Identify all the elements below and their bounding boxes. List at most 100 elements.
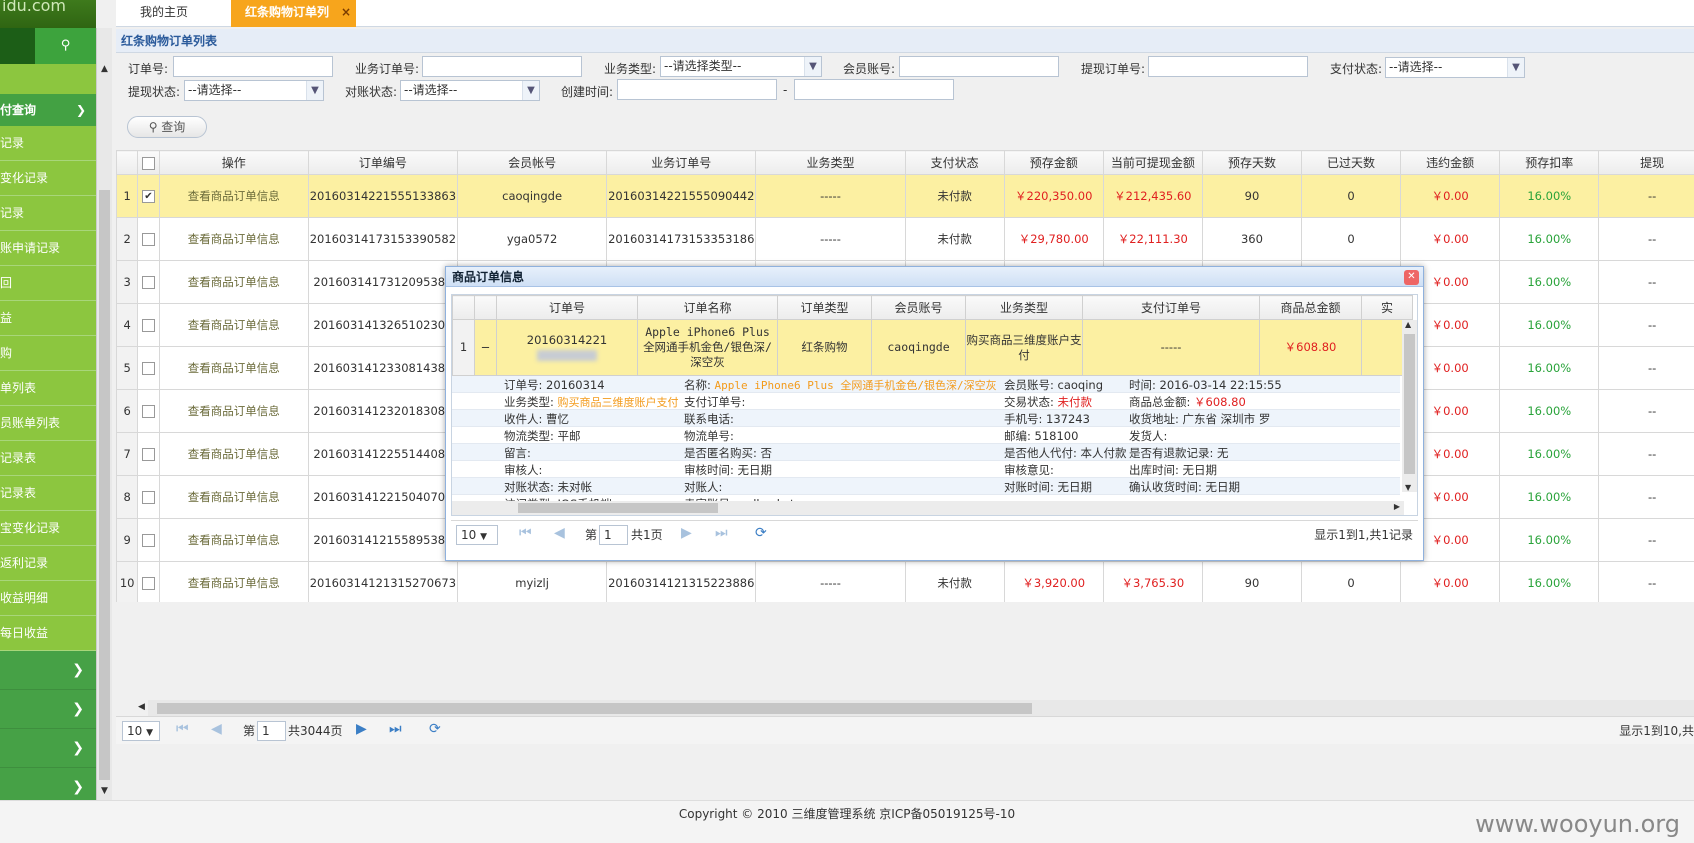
prev-page-icon[interactable]: ◀: [211, 721, 222, 737]
view-order-link[interactable]: 查看商品订单信息: [158, 518, 309, 562]
query-button[interactable]: ⚲ 查询: [127, 116, 207, 138]
refresh-icon[interactable]: ⟳: [429, 721, 441, 737]
row-checkbox[interactable]: ✔: [137, 174, 160, 218]
header-action[interactable]: 操作: [158, 150, 309, 175]
header-pay-status[interactable]: 支付状态: [904, 150, 1005, 175]
view-order-link[interactable]: 查看商品订单信息: [158, 475, 309, 519]
header-biz-type[interactable]: 业务类型: [965, 295, 1083, 320]
scrollbar-thumb[interactable]: [99, 190, 110, 780]
row-checkbox[interactable]: [137, 561, 160, 602]
sidebar-item[interactable]: 账申请记录: [0, 231, 96, 266]
checkbox[interactable]: [141, 405, 155, 418]
row-checkbox[interactable]: [137, 217, 160, 261]
scroll-down-icon[interactable]: ▼: [1405, 483, 1411, 492]
tab-order-list[interactable]: 红条购物订单列 ×: [231, 0, 356, 27]
sidebar-group[interactable]: ❯: [0, 690, 96, 729]
sidebar-group[interactable]: ❯: [0, 651, 96, 690]
scrollbar-thumb[interactable]: [518, 503, 718, 513]
row-checkbox[interactable]: [137, 475, 160, 519]
checkbox[interactable]: [141, 319, 155, 332]
next-page-icon[interactable]: ▶: [681, 525, 692, 541]
sidebar-item[interactable]: 单列表: [0, 371, 96, 406]
checkbox[interactable]: [141, 276, 155, 289]
table-row[interactable]: 10 查看商品订单信息 20160314121315270673 myizlj 2016…: [116, 561, 1694, 602]
sidebar-item[interactable]: 记录: [0, 196, 96, 231]
biz-type-select[interactable]: --请选择类型-- ▼: [660, 56, 822, 77]
table-row[interactable]: 2 查看商品订单信息 20160314173153390582 yga0572 2016…: [116, 217, 1694, 261]
header-withdraw[interactable]: 提现: [1598, 150, 1694, 175]
sidebar-item[interactable]: 记录表: [0, 476, 96, 511]
search-button[interactable]: ⚲: [35, 28, 96, 64]
sidebar-item[interactable]: 回: [0, 266, 96, 301]
header-member[interactable]: 会员账号: [871, 295, 966, 320]
view-order-link[interactable]: 查看商品订单信息: [158, 561, 309, 602]
header-penalty[interactable]: 违约金额: [1400, 150, 1501, 175]
sidebar-item[interactable]: 员账单列表: [0, 406, 96, 441]
sidebar-item[interactable]: 每日收益: [0, 616, 96, 651]
row-checkbox[interactable]: [137, 303, 160, 347]
created-end-input[interactable]: [794, 79, 954, 100]
view-order-link[interactable]: 查看商品订单信息: [158, 389, 309, 433]
header-pay-order[interactable]: 支付订单号: [1082, 295, 1260, 320]
reconcile-status-select[interactable]: --请选择-- ▼: [400, 80, 540, 101]
created-start-input[interactable]: [617, 79, 777, 100]
page-input[interactable]: 1: [599, 525, 628, 545]
header-order-type[interactable]: 订单类型: [777, 295, 872, 320]
close-icon[interactable]: ×: [341, 0, 351, 25]
sidebar-item[interactable]: 返利记录: [0, 546, 96, 581]
dialog-horizontal-scrollbar[interactable]: ▶: [452, 501, 1404, 515]
header-withdrawable[interactable]: 当前可提现金额: [1102, 150, 1203, 175]
refresh-icon[interactable]: ⟳: [755, 525, 767, 541]
header-order-no[interactable]: 订单编号: [307, 150, 459, 175]
table-row[interactable]: 1 ✔ 查看商品订单信息 20160314221555133863 caoqingde 2…: [116, 174, 1694, 218]
dialog-header[interactable]: 商品订单信息: [446, 267, 1423, 287]
scrollbar-thumb[interactable]: [1404, 334, 1415, 474]
scroll-right-icon[interactable]: ▶: [1394, 502, 1400, 511]
checkbox[interactable]: [141, 362, 155, 375]
scroll-up-icon[interactable]: ▲: [101, 64, 108, 74]
view-order-link[interactable]: 查看商品订单信息: [158, 174, 309, 218]
member-input[interactable]: [899, 56, 1059, 77]
view-order-link[interactable]: 查看商品订单信息: [158, 432, 309, 476]
sidebar-group[interactable]: ❯: [0, 729, 96, 768]
sidebar-item[interactable]: 记录表: [0, 441, 96, 476]
sidebar-item[interactable]: 益: [0, 301, 96, 336]
header-total[interactable]: 商品总金额: [1259, 295, 1362, 320]
sidebar-item[interactable]: 变化记录: [0, 161, 96, 196]
view-order-link[interactable]: 查看商品订单信息: [158, 303, 309, 347]
header-checkbox[interactable]: [137, 150, 160, 175]
scrollbar-thumb[interactable]: [157, 703, 1032, 714]
select-all-checkbox[interactable]: [141, 156, 155, 170]
checkbox[interactable]: [141, 577, 155, 590]
checkbox[interactable]: [141, 233, 155, 246]
first-page-icon[interactable]: ⏮: [519, 525, 532, 541]
checkbox[interactable]: [141, 491, 155, 504]
row-checkbox[interactable]: [137, 260, 160, 304]
expand-toggle[interactable]: −: [474, 319, 497, 376]
sidebar-item[interactable]: 记录: [0, 126, 96, 161]
withdraw-order-input[interactable]: [1148, 56, 1308, 77]
header-biz-order[interactable]: 业务订单号: [606, 150, 757, 175]
scroll-down-icon[interactable]: ▼: [101, 786, 108, 796]
row-checkbox[interactable]: [137, 346, 160, 390]
header-days[interactable]: 预存天数: [1201, 150, 1303, 175]
page-size-select[interactable]: 10 ▼: [122, 721, 160, 741]
header-more[interactable]: 实: [1361, 295, 1413, 320]
sidebar-item-active[interactable]: 付查询 ❯: [0, 94, 96, 126]
next-page-icon[interactable]: ▶: [356, 721, 367, 737]
sidebar-item[interactable]: 收益明细: [0, 581, 96, 616]
header-rate[interactable]: 预存扣率: [1499, 150, 1600, 175]
sidebar-item[interactable]: 购: [0, 336, 96, 371]
last-page-icon[interactable]: ⏭: [715, 525, 728, 541]
sidebar-scrollbar[interactable]: ▲ ▼: [96, 28, 112, 800]
biz-order-no-input[interactable]: [422, 56, 582, 77]
header-passed[interactable]: 已过天数: [1300, 150, 1402, 175]
header-biz-type[interactable]: 业务类型: [755, 150, 906, 175]
sidebar-item[interactable]: 宝变化记录: [0, 511, 96, 546]
row-checkbox[interactable]: [137, 432, 160, 476]
checkbox[interactable]: [141, 534, 155, 547]
order-no-input[interactable]: [173, 56, 333, 77]
view-order-link[interactable]: 查看商品订单信息: [158, 260, 309, 304]
last-page-icon[interactable]: ⏭: [389, 721, 402, 737]
row-checkbox[interactable]: [137, 389, 160, 433]
